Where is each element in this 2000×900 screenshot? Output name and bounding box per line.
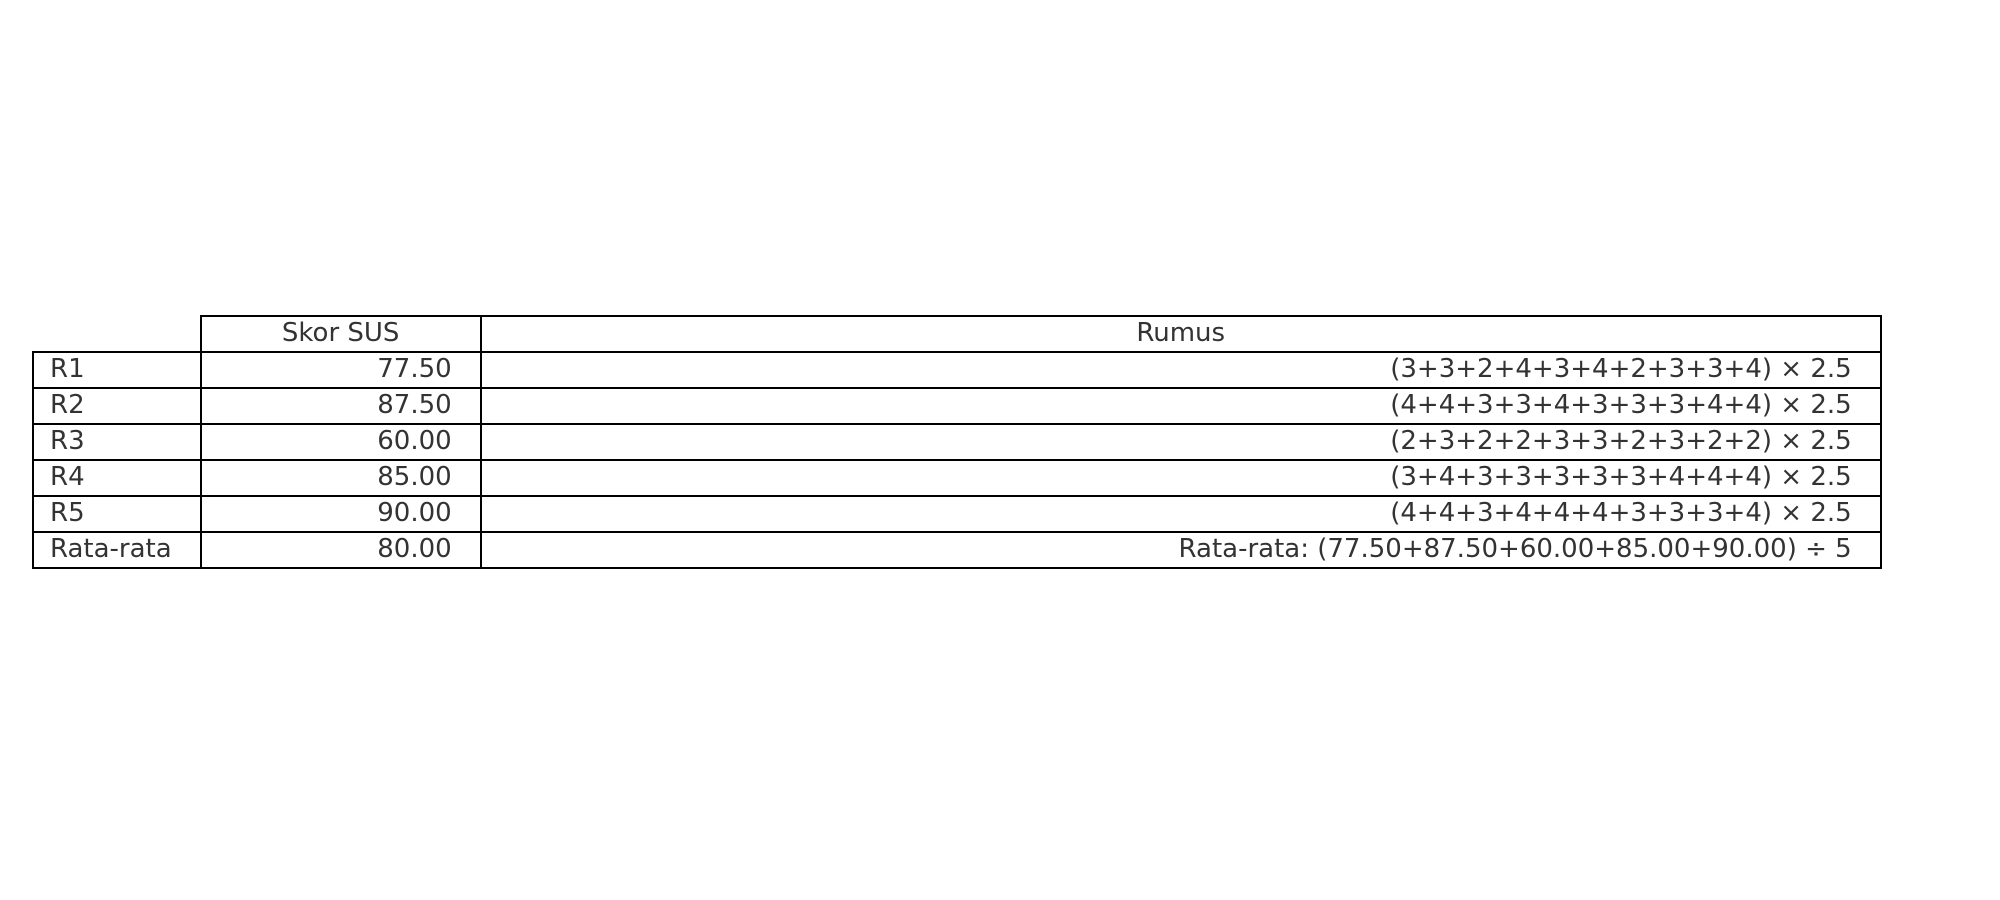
sus-score-table: Skor SUS Rumus R1 77.50 (3+3+2+4+3+4+2+3… [32, 315, 1882, 569]
score-cell: 77.50 [199, 351, 482, 389]
table-row: R2 87.50 (4+4+3+3+4+3+3+3+4+4) × 2.5 [32, 387, 1882, 425]
score-cell: 60.00 [199, 423, 482, 461]
row-label: R2 [32, 387, 202, 425]
formula-cell: (2+3+2+2+3+3+2+3+2+2) × 2.5 [479, 423, 1882, 461]
table-row-average: Rata-rata 80.00 Rata-rata: (77.50+87.50+… [32, 531, 1882, 569]
formula-cell: (4+4+3+4+4+4+3+3+3+4) × 2.5 [479, 495, 1882, 533]
header-corner-cell [33, 316, 202, 353]
row-label: R4 [32, 459, 202, 497]
table-header-row: Skor SUS Rumus [33, 315, 1882, 353]
sus-score-table-container: Skor SUS Rumus R1 77.50 (3+3+2+4+3+4+2+3… [32, 315, 1882, 569]
column-header-score: Skor SUS [199, 315, 482, 353]
table-row: R1 77.50 (3+3+2+4+3+4+2+3+3+4) × 2.5 [32, 351, 1882, 389]
row-label: R3 [32, 423, 202, 461]
column-header-formula: Rumus [479, 315, 1882, 353]
formula-cell: (3+4+3+3+3+3+3+4+4+4) × 2.5 [479, 459, 1882, 497]
table-row: R5 90.00 (4+4+3+4+4+4+3+3+3+4) × 2.5 [32, 495, 1882, 533]
score-cell: 90.00 [199, 495, 482, 533]
formula-cell: (4+4+3+3+4+3+3+3+4+4) × 2.5 [479, 387, 1882, 425]
score-cell: 87.50 [199, 387, 482, 425]
formula-cell: Rata-rata: (77.50+87.50+60.00+85.00+90.0… [479, 531, 1882, 569]
table-row: R4 85.00 (3+4+3+3+3+3+3+4+4+4) × 2.5 [32, 459, 1882, 497]
score-cell: 80.00 [199, 531, 482, 569]
table-row: R3 60.00 (2+3+2+2+3+3+2+3+2+2) × 2.5 [32, 423, 1882, 461]
row-label: Rata-rata [32, 531, 202, 569]
score-cell: 85.00 [199, 459, 482, 497]
row-label: R5 [32, 495, 202, 533]
row-label: R1 [32, 351, 202, 389]
formula-cell: (3+3+2+4+3+4+2+3+3+4) × 2.5 [479, 351, 1882, 389]
